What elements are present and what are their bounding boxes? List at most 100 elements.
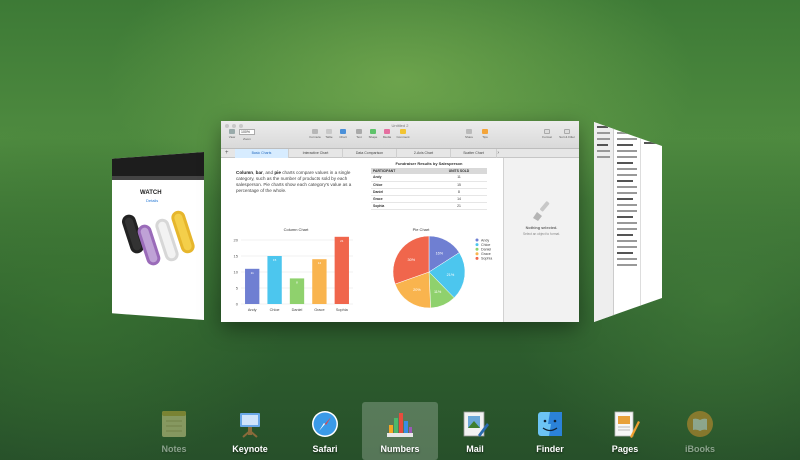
share-button[interactable]: Share	[461, 129, 477, 139]
format-icon	[544, 129, 550, 134]
column-bar	[267, 256, 282, 304]
table-row[interactable]: Andy 11	[371, 174, 487, 182]
intro-bold-bar: bar	[255, 170, 263, 175]
tab-interactive-chart[interactable]: Interactive Chart	[289, 149, 343, 158]
intro-sep-2: , and	[262, 170, 275, 175]
share-label: Share	[464, 135, 473, 139]
media-label: Media	[382, 135, 392, 139]
tips-label: Tips	[482, 135, 488, 139]
document-title: Untitled 2	[391, 123, 409, 128]
tips-icon	[482, 129, 488, 134]
sort-filter-icon	[564, 129, 570, 134]
tab-basic-charts[interactable]: Basic Charts	[235, 149, 289, 158]
cell-units[interactable]: 8	[430, 188, 487, 196]
ibooks-icon	[687, 411, 713, 437]
mail-reading-pane	[640, 122, 662, 322]
dock-item-pages[interactable]: Pages	[587, 402, 663, 460]
nothing-selected-label: Nothing selected.	[525, 226, 558, 230]
legend-label: Daniel	[481, 248, 491, 252]
table-row[interactable]: Grace 14	[371, 195, 487, 203]
browser-toolbar	[112, 152, 204, 176]
cell-name[interactable]: Chloe	[371, 181, 431, 189]
column-chart[interactable]: 2015105011Andy15Chloe8Daniel14Grace21Sop…	[227, 234, 361, 322]
cell-name[interactable]: Andy	[371, 174, 431, 182]
intro-bold-pie: pie	[274, 170, 281, 175]
legend-label: Chloe	[481, 243, 490, 247]
pie-chart[interactable]: 16% 21% 11% 20% 30% AndyChloeDanielGraceSophi…	[371, 234, 501, 322]
x-tick-label: Andy	[248, 308, 257, 312]
media-button[interactable]: Media	[379, 129, 395, 139]
text-label: Text	[356, 135, 362, 139]
column-bar	[312, 259, 327, 304]
x-tick-label: Grace	[314, 308, 324, 312]
tabs-scroll-right-icon[interactable]: ›	[497, 149, 499, 158]
table-icon	[326, 129, 332, 134]
sort-filter-button[interactable]: Sort & Filter	[557, 129, 577, 139]
tab-scatter-chart[interactable]: Scatter Chart	[451, 149, 497, 158]
fundraiser-table[interactable]: PARTICIPANT UNITS SOLD Andy 11 Chloe 15 Da…	[371, 168, 487, 210]
tab-2-axis-chart[interactable]: 2-Axis Chart	[397, 149, 451, 158]
media-icon	[384, 129, 390, 134]
app-switcher-bar: Notes Keynote Safari Numbers Mail Finder…	[0, 402, 800, 460]
mail-message-list	[614, 122, 640, 322]
format-button[interactable]: Format	[539, 129, 555, 139]
table-label: Table	[325, 135, 333, 139]
view-label: View	[228, 135, 236, 139]
x-tick-label: Daniel	[292, 308, 303, 312]
cell-units[interactable]: 11	[430, 174, 487, 182]
cell-units[interactable]: 21	[430, 202, 487, 210]
tab-data-comparison[interactable]: Data Comparison	[343, 149, 397, 158]
mail-window-thumbnail[interactable]	[594, 122, 662, 322]
dock-item-safari[interactable]: Safari	[287, 402, 363, 460]
shape-icon	[370, 129, 376, 134]
sheet-canvas[interactable]: Column, bar, and pie charts compare valu…	[221, 158, 503, 322]
format-sidebar: Nothing selected. Select an object to fo…	[503, 158, 579, 322]
dock-label-finder: Finder	[536, 444, 564, 454]
chart-button[interactable]: Chart	[335, 129, 351, 139]
legend-swatch	[475, 256, 479, 260]
intro-text: Column, bar, and pie charts compare valu…	[236, 170, 364, 194]
legend-label: Andy	[481, 238, 489, 242]
data-label: 21	[340, 239, 344, 243]
legend-swatch	[475, 252, 479, 256]
slice-label: 30%	[408, 258, 416, 262]
safari-icon	[312, 411, 338, 437]
dock-item-mail[interactable]: Mail	[437, 402, 513, 460]
table-row[interactable]: Chloe 15	[371, 181, 487, 189]
pages-icon	[614, 411, 640, 438]
shape-label: Shape	[368, 135, 378, 139]
watch-page-title: WATCH	[140, 190, 162, 196]
sheet-tab-bar: + Basic Charts Interactive Chart Data Co…	[221, 149, 579, 158]
slice-label: 21%	[447, 273, 455, 277]
table-title: Fundraiser Results by Salesperson	[395, 161, 463, 166]
zoom-select[interactable]: 100%	[239, 129, 255, 135]
add-sheet-button[interactable]: +	[225, 149, 229, 158]
select-object-hint: Select an object to format.	[522, 232, 561, 236]
dock-item-ibooks[interactable]: iBooks	[662, 402, 738, 460]
dock-item-finder[interactable]: Finder	[512, 402, 588, 460]
sort-filter-label: Sort & Filter	[559, 135, 575, 139]
cell-name[interactable]: Sophia	[371, 202, 431, 210]
cell-name[interactable]: Daniel	[371, 188, 431, 196]
dock-item-numbers[interactable]: Numbers	[362, 402, 438, 460]
safari-window-thumbnail[interactable]: WATCH Details	[112, 152, 204, 320]
cell-units[interactable]: 15	[430, 181, 487, 189]
cell-name[interactable]: Grace	[371, 195, 431, 203]
intro-bold-column: Column	[236, 170, 254, 175]
dock-item-notes[interactable]: Notes	[136, 402, 212, 460]
numbers-window[interactable]: Untitled 2 View 100% Zoom Formula Table …	[221, 121, 579, 322]
view-button[interactable]: View	[224, 129, 240, 139]
legend-label: Grace	[481, 252, 491, 256]
data-label: 11	[251, 271, 254, 275]
formula-label: Formula	[309, 135, 321, 139]
dock-label-notes: Notes	[161, 444, 187, 454]
mail-icon	[463, 411, 489, 437]
paintbrush-icon	[533, 201, 550, 221]
cell-units[interactable]: 14	[430, 195, 487, 203]
dock-item-keynote[interactable]: Keynote	[212, 402, 288, 460]
table-row[interactable]: Daniel 8	[371, 188, 487, 196]
table-row[interactable]: Sophia 21	[371, 202, 487, 210]
view-icon	[229, 129, 235, 134]
tips-button[interactable]: Tips	[477, 129, 493, 139]
comment-button[interactable]: Comment	[395, 129, 411, 139]
